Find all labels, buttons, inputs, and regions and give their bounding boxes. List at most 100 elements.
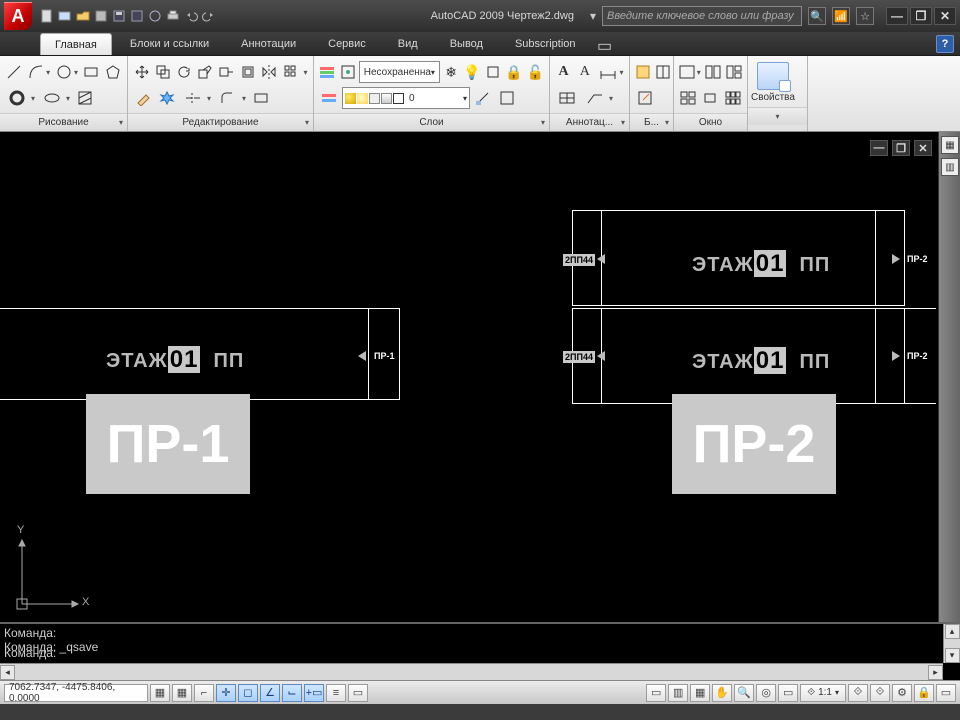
- create-block-button[interactable]: [654, 61, 672, 83]
- command-vertical-scrollbar[interactable]: ▴ ▾: [943, 624, 960, 663]
- layer-off-button[interactable]: 💡: [462, 61, 481, 83]
- offset-button[interactable]: [238, 61, 257, 83]
- saveas-icon[interactable]: [128, 7, 146, 25]
- undo-icon[interactable]: [182, 7, 200, 25]
- steering-wheel-button[interactable]: ◎: [756, 684, 776, 702]
- minimize-button[interactable]: —: [886, 7, 908, 25]
- layer-match-button[interactable]: [472, 87, 494, 109]
- new-icon[interactable]: [38, 7, 56, 25]
- viewport-three-button[interactable]: [725, 61, 743, 83]
- drawing-area[interactable]: — ❐ ✕ ЭТАЖ01 ПП ПР-1 ПР-1 2ПП44 ЭТАЖ01 П…: [0, 132, 938, 622]
- lwt-toggle[interactable]: ≡: [326, 684, 346, 702]
- doc-close-button[interactable]: ✕: [914, 140, 932, 156]
- arc-button[interactable]: [26, 61, 46, 83]
- scale-button[interactable]: [196, 61, 215, 83]
- ellipse-button[interactable]: [39, 87, 65, 109]
- viewport-six-button[interactable]: [723, 87, 743, 109]
- layer-change-button[interactable]: [496, 87, 518, 109]
- command-window[interactable]: Команда: Команда: _qsave Команда: ▴ ▾ ◂ …: [0, 622, 960, 680]
- snap-toggle[interactable]: ▦: [150, 684, 170, 702]
- annotation-scale-dropdown[interactable]: ⟐ 1:1 ▾: [800, 684, 846, 702]
- move-button[interactable]: [132, 61, 151, 83]
- viewport-clip-button[interactable]: [700, 87, 720, 109]
- donut-button[interactable]: [4, 87, 30, 109]
- panel-block-title[interactable]: Б...▾: [630, 113, 673, 131]
- comm-center-button[interactable]: 📶: [832, 7, 850, 25]
- search-drop-icon[interactable]: ▾: [590, 9, 596, 23]
- insert-block-button[interactable]: [634, 61, 652, 83]
- tool-palettes-button[interactable]: ▦: [941, 136, 959, 154]
- scroll-up-icon[interactable]: ▴: [945, 624, 960, 639]
- layer-properties-button[interactable]: [318, 61, 336, 83]
- doc-minimize-button[interactable]: —: [870, 140, 888, 156]
- quick-view-drawings[interactable]: ▦: [690, 684, 710, 702]
- dyn-toggle[interactable]: +▭: [304, 684, 324, 702]
- scroll-down-icon[interactable]: ▾: [945, 648, 960, 663]
- polygon-button[interactable]: [103, 61, 123, 83]
- table-button[interactable]: [554, 87, 580, 109]
- rotate-button[interactable]: [174, 61, 193, 83]
- sheet-set-button[interactable]: ▥: [941, 158, 959, 176]
- trim-button[interactable]: [180, 87, 206, 109]
- scroll-left-icon[interactable]: ◂: [0, 665, 15, 680]
- viewport-two-button[interactable]: [704, 61, 722, 83]
- layer-lock-button[interactable]: 🔒: [504, 61, 523, 83]
- ortho-toggle[interactable]: ⌐: [194, 684, 214, 702]
- doc-restore-button[interactable]: ❐: [892, 140, 910, 156]
- coordinates-display[interactable]: 7062.7347, -4475.8406, 0.0000: [4, 684, 148, 702]
- panel-annotate-title[interactable]: Аннотац...▾: [550, 113, 629, 131]
- redo-icon[interactable]: [200, 7, 218, 25]
- search-button[interactable]: 🔍: [808, 7, 826, 25]
- mirror-button[interactable]: [259, 61, 278, 83]
- otrack-toggle[interactable]: ∠: [260, 684, 280, 702]
- command-horizontal-scrollbar[interactable]: ◂ ▸: [0, 663, 943, 680]
- qp-toggle[interactable]: ▭: [348, 684, 368, 702]
- join-button[interactable]: [250, 87, 272, 109]
- explode-button[interactable]: [156, 87, 178, 109]
- circle-button[interactable]: [54, 61, 74, 83]
- fillet-button[interactable]: [215, 87, 241, 109]
- panel-modify-title[interactable]: Редактирование▾: [128, 113, 313, 131]
- layer-states-button[interactable]: [338, 61, 356, 83]
- publish-icon[interactable]: [92, 7, 110, 25]
- osnap-toggle[interactable]: ◻: [238, 684, 258, 702]
- quick-view-layouts[interactable]: ▥: [668, 684, 688, 702]
- showmotion-button[interactable]: ▭: [778, 684, 798, 702]
- ducs-toggle[interactable]: ⌙: [282, 684, 302, 702]
- current-layer-dropdown[interactable]: 0 ▾: [342, 87, 470, 109]
- workspace-switching-button[interactable]: ⚙: [892, 684, 912, 702]
- tab-blocks[interactable]: Блоки и ссылки: [116, 33, 223, 55]
- erase-button[interactable]: [132, 87, 154, 109]
- viewport-four-button[interactable]: [678, 87, 698, 109]
- scroll-right-icon[interactable]: ▸: [928, 665, 943, 680]
- properties-button[interactable]: Свойства: [748, 58, 798, 107]
- close-button[interactable]: ✕: [934, 7, 956, 25]
- tab-subscription[interactable]: Subscription: [501, 33, 590, 55]
- grid-toggle[interactable]: ▦: [172, 684, 192, 702]
- panel-layers-title[interactable]: Слои▾: [314, 113, 549, 131]
- tab-annotations[interactable]: Аннотации: [227, 33, 310, 55]
- edit-block-button[interactable]: [634, 87, 656, 109]
- autoscale-toggle[interactable]: ⟐: [870, 684, 890, 702]
- text-button[interactable]: A: [575, 61, 594, 83]
- tab-output[interactable]: Вывод: [436, 33, 497, 55]
- layer-isolate-button[interactable]: [484, 61, 502, 83]
- panel-draw-title[interactable]: Рисование▾: [0, 113, 127, 131]
- panel-window-title[interactable]: Окно: [674, 113, 747, 131]
- plot-icon[interactable]: [164, 7, 182, 25]
- pan-button[interactable]: ✋: [712, 684, 732, 702]
- app-menu-button[interactable]: A: [4, 2, 32, 30]
- dimension-button[interactable]: [596, 61, 619, 83]
- rectangle-button[interactable]: [82, 61, 102, 83]
- tab-home[interactable]: Главная: [40, 33, 112, 55]
- viewport-single-button[interactable]: [678, 61, 696, 83]
- sheet-icon[interactable]: [56, 7, 74, 25]
- layer-unlock-button[interactable]: 🔓: [526, 61, 545, 83]
- layer-previous-button[interactable]: [318, 87, 340, 109]
- infocenter-search-input[interactable]: Введите ключевое слово или фразу: [602, 6, 802, 26]
- tab-tools[interactable]: Сервис: [314, 33, 380, 55]
- favorites-button[interactable]: ☆: [856, 7, 874, 25]
- layer-freeze-button[interactable]: ❄: [442, 61, 460, 83]
- annotation-visibility-toggle[interactable]: ⟐: [848, 684, 868, 702]
- leader-button[interactable]: [582, 87, 608, 109]
